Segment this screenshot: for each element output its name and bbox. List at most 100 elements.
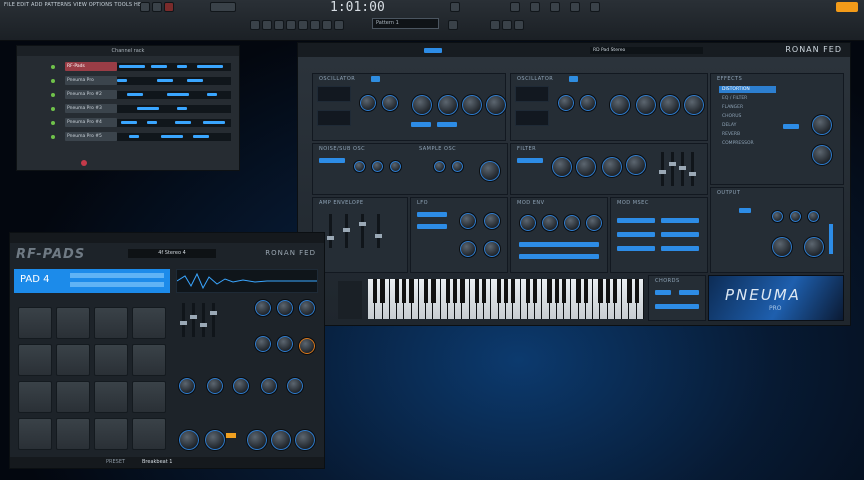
pattern-note[interactable] (117, 79, 127, 82)
channel-name-button[interactable]: RF-Pads (65, 62, 117, 71)
black-key[interactable] (598, 279, 603, 303)
chord-voicing-button[interactable] (655, 304, 699, 309)
noise-color-knob[interactable] (353, 160, 366, 173)
channel-pattern-strip[interactable] (117, 119, 231, 127)
pad-decay-knob[interactable] (276, 299, 294, 317)
black-key[interactable] (373, 279, 378, 303)
channel-pattern-strip[interactable] (117, 91, 231, 99)
paint-tool-icon[interactable] (274, 20, 284, 30)
osc2-enable[interactable] (569, 76, 578, 82)
filter-env-knob[interactable] (601, 156, 623, 178)
main-filter-res-knob[interactable] (204, 429, 226, 451)
mute-tool-icon[interactable] (298, 20, 308, 30)
piano-roll-icon[interactable] (530, 2, 540, 12)
fx-list-item[interactable]: CHORUS (719, 113, 776, 120)
output-spread-knob[interactable] (789, 210, 802, 223)
channel-led-icon[interactable] (51, 107, 55, 111)
osc2-octave-knob[interactable] (557, 94, 575, 112)
preset-prev-button[interactable] (424, 48, 442, 53)
pattern-note[interactable] (193, 135, 209, 138)
osc1-detune-knob[interactable] (411, 94, 433, 116)
filter-s-fader[interactable] (679, 152, 686, 186)
osc1-enable[interactable] (371, 76, 380, 82)
black-key[interactable] (547, 279, 552, 303)
view-icon[interactable] (490, 20, 500, 30)
osc2-pan-knob[interactable] (659, 94, 681, 116)
black-key[interactable] (605, 279, 610, 303)
osc2-semi-knob[interactable] (579, 94, 597, 112)
drum-pad[interactable] (18, 418, 52, 450)
pattern-note[interactable] (137, 107, 159, 110)
osc2-detune-knob[interactable] (609, 94, 631, 116)
drum-pad[interactable] (132, 307, 166, 339)
osc2-waveform[interactable] (515, 86, 549, 102)
snap-icon[interactable] (250, 20, 260, 30)
pattern-note[interactable] (129, 135, 139, 138)
black-key[interactable] (576, 279, 581, 303)
playlist-icon[interactable] (570, 2, 580, 12)
mod-env-amount-bar[interactable] (519, 254, 599, 259)
black-key[interactable] (503, 279, 509, 303)
channel-row[interactable]: Pneuma Pro #5 (21, 132, 235, 143)
mod-env-decay-knob[interactable] (541, 214, 559, 232)
chord-type-button[interactable] (679, 290, 699, 295)
pads-preset-selector[interactable]: 4f Stereo 4 (128, 249, 216, 258)
pattern-note[interactable] (167, 93, 189, 96)
channel-name-button[interactable]: Pneuma Pro #3 (65, 104, 117, 113)
pattern-note[interactable] (175, 121, 191, 124)
sub-volume-knob[interactable] (389, 160, 402, 173)
pad-send-fader[interactable] (210, 303, 217, 337)
filter-drive-knob[interactable] (625, 154, 647, 176)
slice-tool-icon[interactable] (310, 20, 320, 30)
channel-name-button[interactable]: Pneuma Pro (65, 76, 117, 85)
env-decay-fader[interactable] (343, 214, 350, 248)
drum-pad[interactable] (94, 418, 128, 450)
cpu-icon[interactable] (514, 20, 524, 30)
osc1-mode-button[interactable] (411, 122, 431, 127)
pad-mod1-knob[interactable] (178, 377, 196, 395)
output-mode-button[interactable] (739, 208, 751, 213)
pattern-note[interactable] (177, 65, 187, 68)
channel-led-icon[interactable] (51, 65, 55, 69)
black-key[interactable] (409, 279, 414, 303)
black-key[interactable] (431, 279, 436, 303)
black-key[interactable] (634, 279, 639, 303)
lfo-target-selector[interactable] (417, 224, 447, 229)
osc2-waveform-2[interactable] (515, 110, 549, 126)
channel-led-icon[interactable] (51, 135, 55, 139)
tempo-display[interactable] (210, 2, 236, 12)
add-channel-button[interactable] (81, 160, 87, 166)
pad-release-knob[interactable] (298, 299, 316, 317)
pad-drive-knob[interactable] (298, 337, 316, 355)
fx-list-item[interactable]: COMPRESSOR (719, 140, 776, 147)
sample-volume-knob[interactable] (479, 160, 501, 182)
drum-pad[interactable] (132, 418, 166, 450)
channel-name-button[interactable]: Pneuma Pro #5 (65, 132, 117, 141)
pad-volume-fader[interactable] (180, 303, 187, 337)
osc1-octave-knob[interactable] (359, 94, 377, 112)
channel-rack-icon[interactable] (590, 2, 600, 12)
lfo-delay-knob[interactable] (459, 240, 477, 258)
channel-row[interactable]: Pneuma Pro #4 (21, 118, 235, 129)
pad-mod4-knob[interactable] (260, 377, 278, 395)
drum-pad[interactable] (94, 381, 128, 413)
stop-icon[interactable] (152, 2, 162, 12)
fx-list-item[interactable]: DISTORTION (719, 86, 776, 93)
lfo-shape-selector[interactable] (417, 212, 447, 217)
pattern-note[interactable] (187, 79, 203, 82)
mod-env-attack-knob[interactable] (519, 214, 537, 232)
pad-pitch-knob[interactable] (254, 335, 272, 353)
channel-row[interactable]: Pneuma Pro (21, 76, 235, 87)
pad-attack-knob[interactable] (254, 299, 272, 317)
osc2-stereo-knob[interactable] (635, 94, 657, 116)
mixer-icon[interactable] (510, 2, 520, 12)
drum-pad[interactable] (56, 344, 90, 376)
pattern-note[interactable] (213, 65, 223, 68)
osc1-semi-knob[interactable] (381, 94, 399, 112)
black-key[interactable] (423, 279, 429, 303)
output-glide-knob[interactable] (771, 210, 784, 223)
env-release-fader[interactable] (375, 214, 382, 248)
pitch-mod-wheels[interactable] (338, 281, 362, 319)
main-menu[interactable]: FILE EDIT ADD PATTERNS VIEW OPTIONS TOOL… (4, 2, 148, 8)
filter-res-knob[interactable] (575, 156, 597, 178)
